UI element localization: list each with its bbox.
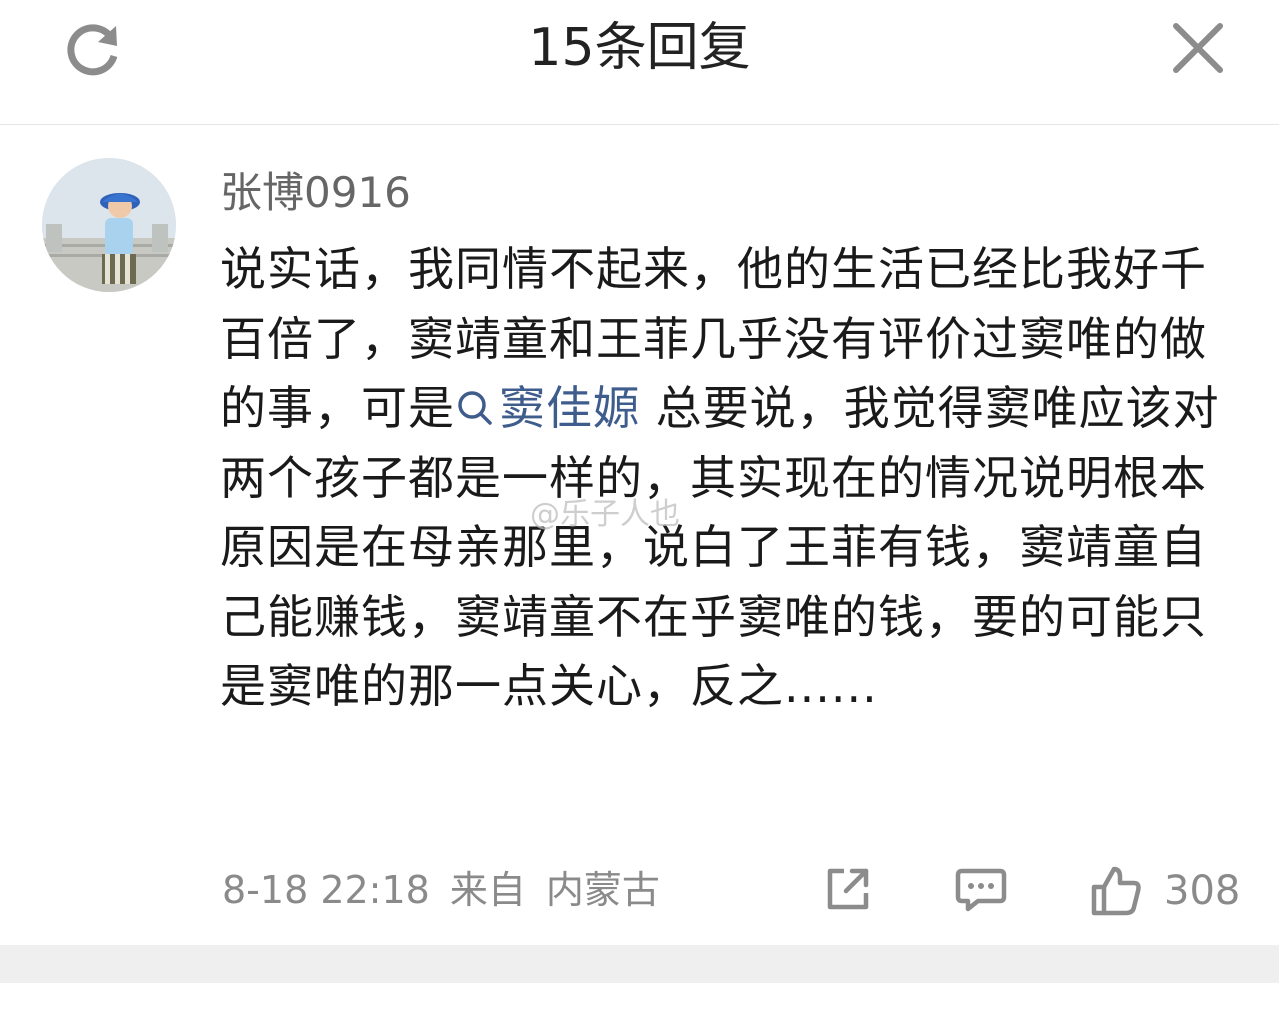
bottom-area <box>0 983 1279 1033</box>
reply-meta: 8-18 22:18 来自 内蒙古 <box>222 865 680 915</box>
reply-date: 8-18 22:18 <box>222 868 430 912</box>
search-icon <box>458 391 492 425</box>
reply-item: 张博0916 说实话，我同情不起来，他的生活已经比我好千百倍了，窦靖童和王菲几乎… <box>0 125 1279 945</box>
thumbs-up-icon <box>1091 866 1141 916</box>
watermark: @乐子人也 <box>530 497 680 532</box>
comment-icon[interactable] <box>954 863 1008 915</box>
page-title: 15条回复 <box>528 18 751 78</box>
like-count: 308 <box>1164 868 1241 914</box>
reply-content: 说实话，我同情不起来，他的生活已经比我好千百倍了，窦靖童和王菲几乎没有评价过窦唯… <box>220 235 1250 722</box>
reply-footer: 8-18 22:18 来自 内蒙古 308 <box>0 855 1279 925</box>
source-label: 来自 <box>449 868 526 912</box>
top-bar: 15条回复 <box>0 0 1279 125</box>
avatar[interactable] <box>42 158 176 292</box>
separator-band <box>0 945 1279 983</box>
mention-name: 窦佳嫄 <box>499 381 640 435</box>
username[interactable]: 张博0916 <box>220 165 411 221</box>
share-icon[interactable] <box>822 863 874 915</box>
reply-location: 内蒙古 <box>545 868 660 912</box>
like-button[interactable]: 308 <box>1088 863 1248 919</box>
close-icon[interactable] <box>1168 18 1228 78</box>
mention-link[interactable]: 窦佳嫄 <box>455 381 640 435</box>
